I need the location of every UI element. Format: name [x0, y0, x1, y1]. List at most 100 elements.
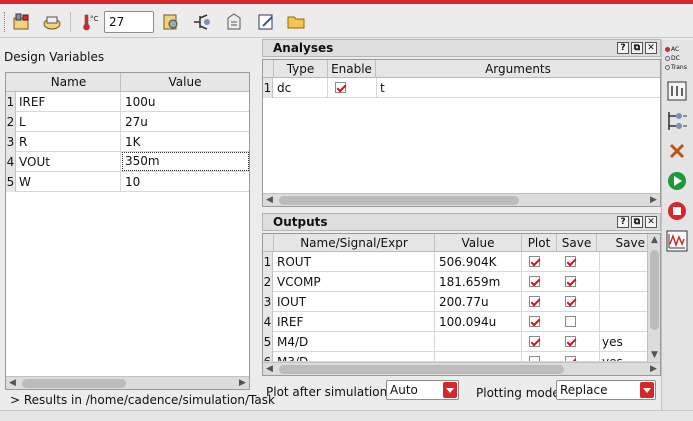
scroll-down-arrow[interactable]: ▼	[648, 349, 660, 362]
scroll-right-arrow[interactable]: ▶	[647, 194, 660, 206]
enable-checkbox[interactable]	[335, 82, 346, 93]
variable-value[interactable]: 27u	[123, 112, 249, 132]
scrollbar-thumb[interactable]	[650, 250, 659, 330]
float-icon[interactable]: ⧉	[631, 42, 643, 54]
plot-checkbox[interactable]	[529, 336, 540, 347]
close-icon[interactable]: ✕	[645, 216, 657, 228]
column-header-value[interactable]: Value	[121, 73, 249, 92]
radio-dot[interactable]	[665, 65, 670, 70]
table-row[interactable]: 1 ROUT 506.904K	[263, 252, 647, 272]
column-header-enable[interactable]: Enable	[328, 60, 376, 78]
help-icon[interactable]: ?	[617, 42, 629, 54]
output-name[interactable]: IREF	[275, 312, 435, 332]
scroll-left-arrow[interactable]: ◀	[263, 194, 276, 206]
save-option[interactable]	[599, 272, 647, 292]
scrollbar-thumb[interactable]	[279, 196, 519, 205]
temperature-input[interactable]: 27	[104, 11, 154, 33]
plot-outputs-icon[interactable]	[666, 230, 688, 252]
delete-icon[interactable]	[666, 140, 688, 162]
vertical-scrollbar[interactable]: ▲ ▼	[647, 234, 660, 362]
variable-value-selected[interactable]: 350m	[122, 152, 249, 171]
stop-simulation-icon[interactable]	[666, 200, 688, 222]
plot-checkbox[interactable]	[529, 296, 540, 307]
column-header-value[interactable]: Value	[435, 234, 522, 252]
horizontal-scrollbar[interactable]: ◀ ▶	[263, 193, 660, 206]
plot-checkbox[interactable]	[529, 316, 540, 327]
table-row[interactable]: 5 W 10	[6, 172, 249, 192]
variable-name[interactable]: IREF	[17, 92, 121, 112]
output-name[interactable]: M3/D	[275, 352, 435, 361]
save-option[interactable]	[599, 292, 647, 312]
column-header-arguments[interactable]: Arguments	[376, 60, 660, 78]
save-option[interactable]	[599, 312, 647, 332]
variable-name[interactable]: VOUt	[17, 152, 121, 172]
netlist-icon[interactable]	[224, 12, 244, 32]
radio-dot[interactable]	[665, 47, 670, 52]
radio-dc[interactable]: DC	[665, 54, 680, 63]
table-row[interactable]: 2 VCOMP 181.659m	[263, 272, 647, 292]
variable-name[interactable]: L	[17, 112, 121, 132]
variable-value[interactable]: 1K	[123, 132, 249, 152]
scroll-right-arrow[interactable]: ▶	[236, 377, 249, 390]
scroll-left-arrow[interactable]: ◀	[6, 377, 19, 390]
column-header-type[interactable]: Type	[274, 60, 328, 78]
save-checkbox[interactable]	[565, 296, 576, 307]
horizontal-scrollbar[interactable]: ◀ ▶	[263, 362, 660, 375]
scrollbar-thumb[interactable]	[279, 365, 564, 374]
analysis-type[interactable]: dc	[275, 78, 328, 98]
output-name[interactable]: M4/D	[275, 332, 435, 352]
column-header-name-signal-expr[interactable]: Name/Signal/Expr	[274, 234, 435, 252]
table-row[interactable]: 3 IOUT 200.77u	[263, 292, 647, 312]
table-row[interactable]: 2 L 27u	[6, 112, 249, 132]
table-row[interactable]: 1 dc t	[263, 78, 660, 98]
table-row[interactable]: 4 IREF 100.094u	[263, 312, 647, 332]
column-header-save[interactable]: Save	[557, 234, 597, 252]
table-row[interactable]: 6 M3/D yes	[263, 352, 647, 362]
edit-icon[interactable]	[256, 12, 276, 32]
column-header-name[interactable]: Name	[17, 73, 121, 92]
float-icon[interactable]: ⧉	[631, 216, 643, 228]
table-row[interactable]: 1 IREF 100u	[6, 92, 249, 112]
close-icon[interactable]: ✕	[645, 42, 657, 54]
calculator-icon[interactable]	[666, 80, 688, 102]
plotting-mode-select[interactable]: Replace	[556, 380, 656, 400]
choose-analyses-icon[interactable]	[192, 12, 212, 32]
save-checkbox[interactable]	[565, 256, 576, 267]
table-row[interactable]: 3 R 1K	[6, 132, 249, 152]
setup-library-icon[interactable]	[12, 12, 32, 32]
radio-dot[interactable]	[665, 56, 670, 61]
variable-value[interactable]: 10	[123, 172, 249, 192]
setup-variables-icon[interactable]	[161, 12, 181, 32]
column-header-save-options[interactable]: Save	[597, 234, 649, 252]
plot-checkbox[interactable]	[529, 276, 540, 287]
plot-after-simulation-select[interactable]: Auto	[386, 380, 459, 400]
radio-trans[interactable]: Trans	[665, 63, 687, 72]
toolbar-grip[interactable]	[4, 12, 6, 32]
variable-name[interactable]: R	[17, 132, 121, 152]
scrollbar-thumb[interactable]	[22, 379, 126, 388]
run-simulation-icon[interactable]	[666, 170, 688, 192]
output-name[interactable]: ROUT	[275, 252, 435, 272]
open-folder-icon[interactable]	[286, 12, 306, 32]
save-option[interactable]: yes	[599, 352, 647, 361]
netlist-and-run-icon[interactable]	[666, 110, 688, 132]
help-icon[interactable]: ?	[617, 216, 629, 228]
chevron-down-icon[interactable]	[640, 382, 654, 398]
horizontal-scrollbar[interactable]: ◀ ▶	[6, 376, 249, 389]
save-checkbox[interactable]	[565, 316, 576, 327]
analysis-arguments[interactable]: t	[376, 78, 660, 98]
save-checkbox[interactable]	[565, 336, 576, 347]
scroll-left-arrow[interactable]: ◀	[263, 363, 276, 375]
scroll-right-arrow[interactable]: ▶	[647, 363, 660, 375]
radio-ac[interactable]: AC	[665, 45, 679, 54]
save-option[interactable]: yes	[599, 332, 647, 352]
scroll-up-arrow[interactable]: ▲	[648, 234, 660, 247]
chevron-down-icon[interactable]	[443, 382, 457, 398]
output-name[interactable]: IOUT	[275, 292, 435, 312]
column-header-plot[interactable]: Plot	[522, 234, 557, 252]
table-row[interactable]: 5 M4/D yes	[263, 332, 647, 352]
save-option[interactable]	[599, 252, 647, 272]
table-row[interactable]: 4 VOUt 350m	[6, 152, 249, 172]
output-name[interactable]: VCOMP	[275, 272, 435, 292]
variable-name[interactable]: W	[17, 172, 121, 192]
